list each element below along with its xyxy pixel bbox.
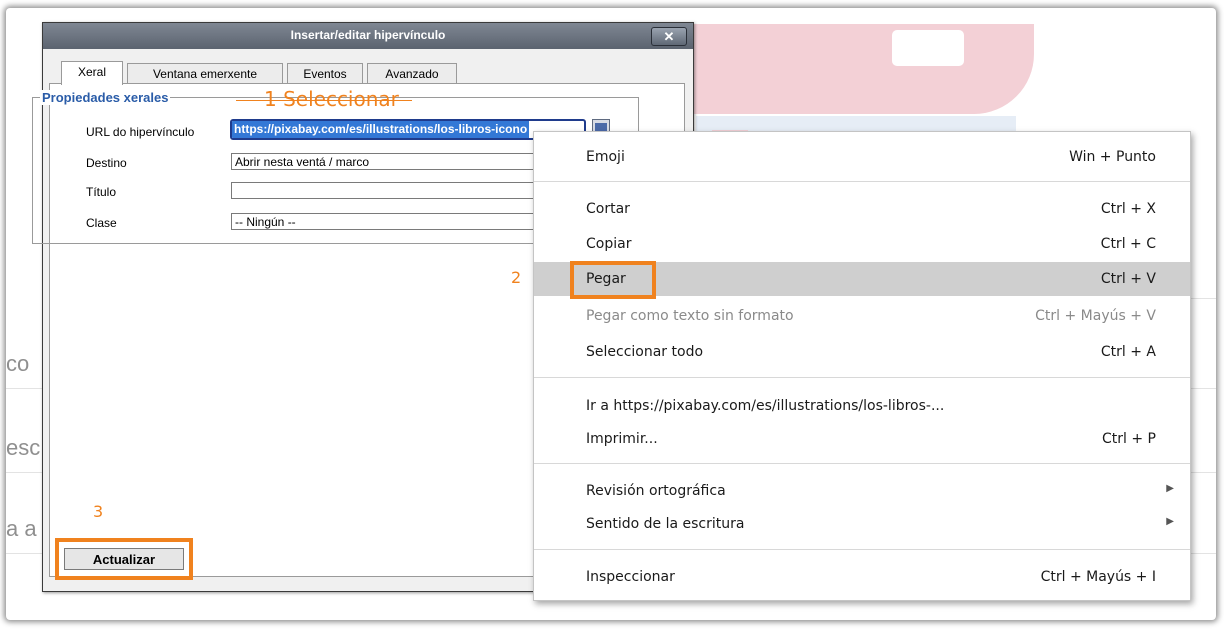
dialog-titlebar[interactable]: Insertar/editar hipervínculo ✕ xyxy=(43,23,693,49)
close-button[interactable]: ✕ xyxy=(651,27,687,46)
target-label: Destino xyxy=(86,156,127,170)
menu-item-inspect[interactable]: Inspeccionar Ctrl + Mayús + I xyxy=(534,561,1190,593)
menu-item-shortcut: Ctrl + C xyxy=(1100,236,1156,252)
submenu-arrow-icon: ▶ xyxy=(1166,483,1174,494)
background-text: esc xyxy=(6,435,41,460)
menu-item-label: Inspeccionar xyxy=(586,569,675,585)
menu-item-label: Sentido de la escritura xyxy=(586,516,745,532)
background-banner xyxy=(694,24,1034,114)
url-selected-text: https://pixabay.com/es/illustrations/los… xyxy=(232,121,530,138)
title-label: Título xyxy=(86,185,117,199)
fieldset-legend: Propiedades xerales xyxy=(40,90,171,105)
annotation-step-2: 2 xyxy=(511,268,522,287)
menu-item-label: Seleccionar todo xyxy=(586,344,704,360)
menu-item-label: Imprimir... xyxy=(586,431,658,447)
menu-item-go-to-url[interactable]: Ir a https://pixabay.com/es/illustration… xyxy=(534,390,1190,422)
menu-separator xyxy=(534,181,1190,182)
menu-separator xyxy=(534,463,1190,464)
menu-item-paste-plain[interactable]: Pegar como texto sin formato Ctrl + Mayú… xyxy=(534,300,1190,332)
background-text: co xyxy=(6,351,30,376)
menu-item-label: Copiar xyxy=(586,236,632,252)
context-menu: Emoji Win + Punto Cortar Ctrl + X Copiar… xyxy=(533,131,1191,601)
menu-item-emoji[interactable]: Emoji Win + Punto xyxy=(534,141,1190,173)
menu-item-copy[interactable]: Copiar Ctrl + C xyxy=(534,228,1190,260)
menu-item-label: Emoji xyxy=(586,149,625,165)
close-icon: ✕ xyxy=(663,29,675,44)
background-card xyxy=(892,30,964,66)
menu-item-shortcut: Ctrl + Mayús + I xyxy=(1040,569,1156,585)
menu-item-print[interactable]: Imprimir... Ctrl + P xyxy=(534,423,1190,455)
dialog-title: Insertar/editar hipervínculo xyxy=(290,28,446,42)
menu-item-shortcut: Ctrl + A xyxy=(1100,344,1156,360)
menu-item-label: Cortar xyxy=(586,201,630,217)
annotation-step-3: 3 xyxy=(93,502,104,521)
menu-item-label: Pegar como texto sin formato xyxy=(586,308,794,324)
menu-item-label: Revisión ortográfica xyxy=(586,483,726,499)
menu-item-select-all[interactable]: Seleccionar todo Ctrl + A xyxy=(534,336,1190,368)
tab-xeral[interactable]: Xeral xyxy=(61,61,123,85)
menu-item-shortcut: Ctrl + X xyxy=(1100,201,1156,217)
tab-avanzado[interactable]: Avanzado xyxy=(367,63,457,84)
menu-item-writing-direction[interactable]: Sentido de la escritura ▶ xyxy=(534,508,1190,540)
menu-separator xyxy=(534,549,1190,550)
menu-item-cut[interactable]: Cortar Ctrl + X xyxy=(534,193,1190,225)
highlight-box-paste xyxy=(570,261,656,299)
background-text: a a xyxy=(6,516,37,541)
menu-item-label: Ir a https://pixabay.com/es/illustration… xyxy=(586,398,945,414)
submenu-arrow-icon: ▶ xyxy=(1166,516,1174,527)
menu-item-spellcheck[interactable]: Revisión ortográfica ▶ xyxy=(534,475,1190,507)
tab-ventana-emerxente[interactable]: Ventana emerxente xyxy=(127,63,283,84)
tab-eventos[interactable]: Eventos xyxy=(287,63,363,84)
menu-item-shortcut: Ctrl + V xyxy=(1100,271,1156,287)
highlight-box-update xyxy=(55,538,193,580)
menu-item-shortcut: Ctrl + Mayús + V xyxy=(1035,308,1156,324)
class-label: Clase xyxy=(86,216,117,230)
menu-item-shortcut: Ctrl + P xyxy=(1102,431,1156,447)
url-label: URL do hipervínculo xyxy=(86,125,195,139)
menu-item-shortcut: Win + Punto xyxy=(1069,149,1156,165)
menu-separator xyxy=(534,377,1190,378)
annotation-step-1: 1 Seleccionar xyxy=(264,87,399,111)
